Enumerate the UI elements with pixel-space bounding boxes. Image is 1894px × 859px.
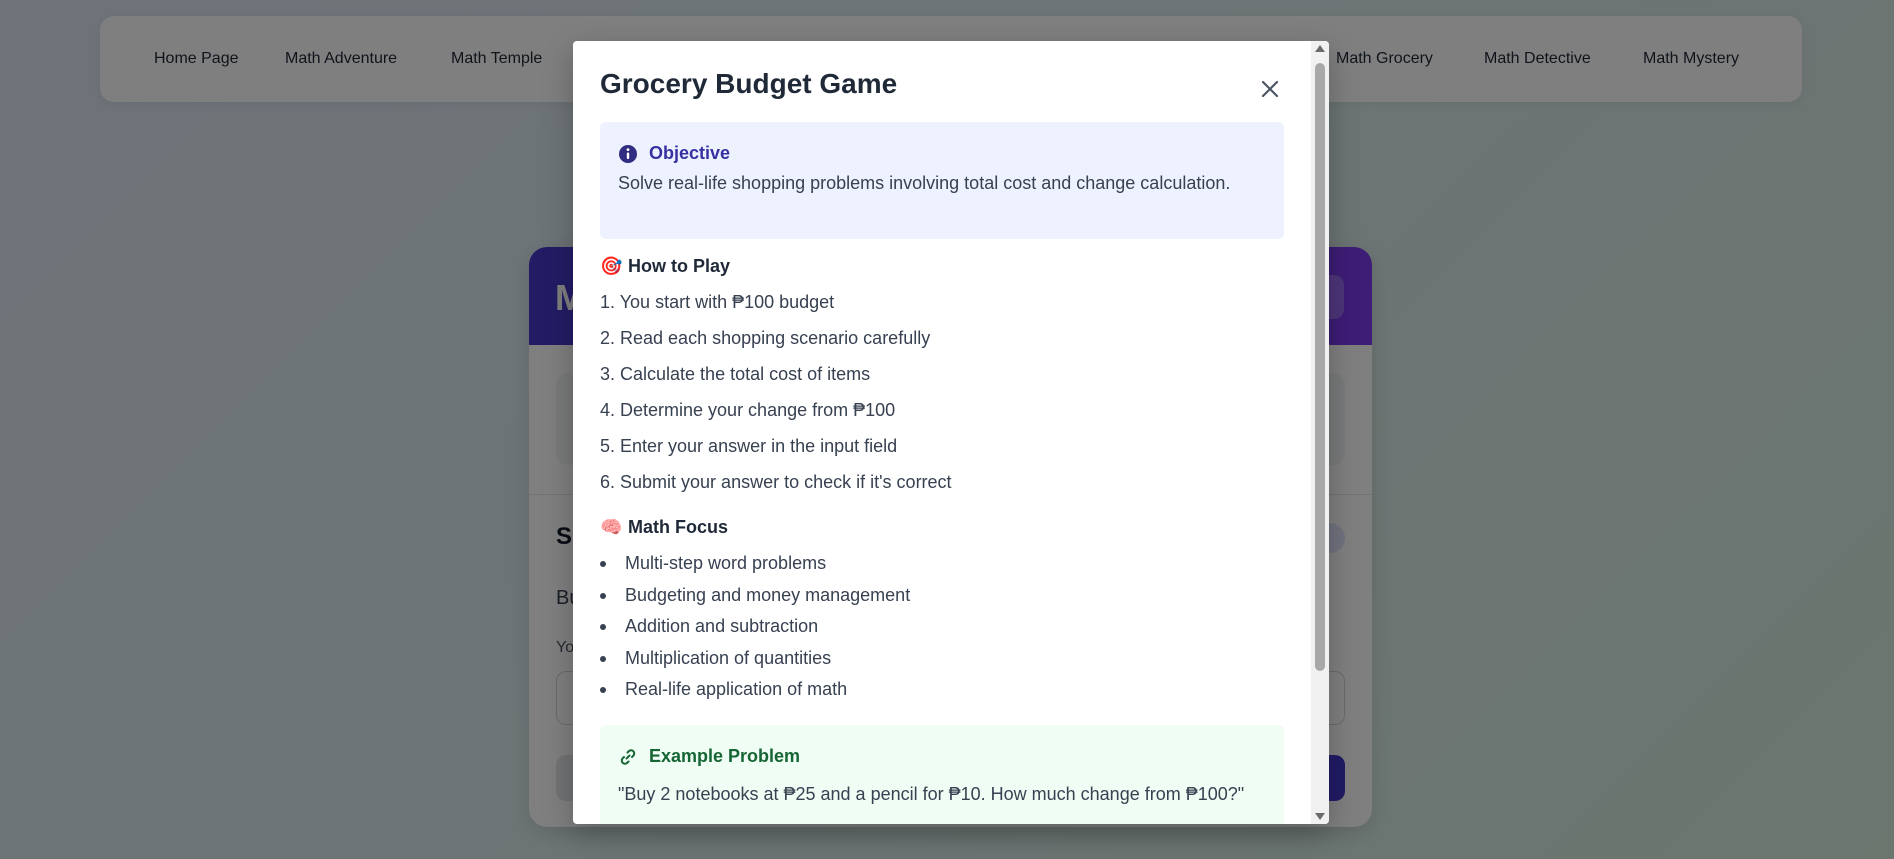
scroll-down-arrow-icon[interactable] — [1311, 808, 1329, 824]
how-to-play-step: 5. Enter your answer in the input field — [600, 436, 898, 456]
objective-box: Objective Solve real-life shopping probl… — [600, 122, 1284, 239]
how-to-play-heading: 🎯 How to Play — [600, 256, 730, 277]
target-icon: 🎯 — [600, 256, 623, 276]
math-focus-heading: 🧠 Math Focus — [600, 517, 728, 538]
how-to-play-title: How to Play — [628, 256, 731, 276]
modal-scrollbar[interactable] — [1311, 41, 1329, 824]
example-title: Example Problem — [649, 746, 801, 766]
math-focus-title: Math Focus — [628, 517, 729, 537]
modal-content: Grocery Budget Game Objective Solve real… — [573, 41, 1311, 824]
modal-title: Grocery Budget Game — [600, 68, 898, 99]
objective-title: Objective — [649, 143, 731, 163]
objective-text: Solve real-life shopping problems involv… — [618, 173, 1231, 193]
how-to-play-step: 1. You start with ₱100 budget — [600, 292, 835, 312]
close-icon — [1261, 80, 1279, 98]
bullet-dot — [600, 687, 606, 693]
example-box: Example Problem "Buy 2 notebooks at ₱25 … — [600, 725, 1284, 824]
brain-icon: 🧠 — [600, 517, 623, 537]
math-focus-item-label: Multiplication of quantities — [625, 648, 832, 668]
info-icon — [619, 145, 637, 163]
how-to-play-step: 6. Submit your answer to check if it's c… — [600, 472, 952, 492]
example-text: "Buy 2 notebooks at ₱25 and a pencil for… — [618, 784, 1245, 804]
bullet-dot — [600, 561, 606, 567]
scrollbar-thumb[interactable] — [1315, 63, 1325, 671]
math-focus-item-label: Addition and subtraction — [625, 616, 819, 636]
math-focus-item-label: Real-life application of math — [625, 679, 848, 699]
math-focus-item-label: Budgeting and money management — [625, 585, 911, 605]
how-to-play-step: 2. Read each shopping scenario carefully — [600, 328, 931, 348]
how-to-play-step: 4. Determine your change from ₱100 — [600, 400, 896, 420]
math-focus-item-label: Multi-step word problems — [625, 553, 827, 573]
link-icon — [620, 749, 636, 765]
how-to-play-step: 3. Calculate the total cost of items — [600, 364, 871, 384]
bullet-dot — [600, 624, 606, 630]
instructions-modal: Grocery Budget Game Objective Solve real… — [573, 41, 1329, 824]
bullet-dot — [600, 593, 606, 599]
bullet-dot — [600, 656, 606, 662]
scroll-up-arrow-icon[interactable] — [1311, 41, 1329, 57]
close-button[interactable] — [1253, 72, 1287, 106]
